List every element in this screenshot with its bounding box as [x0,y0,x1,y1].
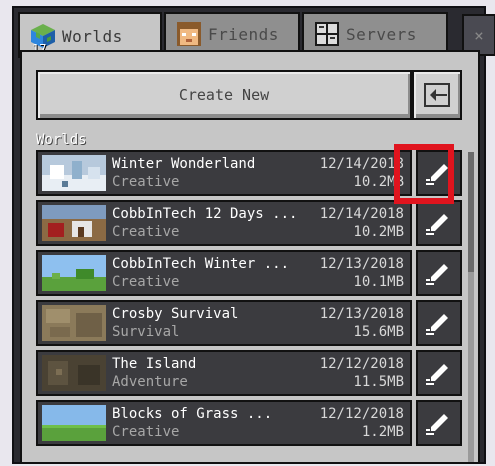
world-title: CobbInTech 12 Days ... [112,206,298,222]
world-size: 1.2MB [361,424,404,440]
world-row[interactable]: Crosby Survival Survival 12/13/2018 15.6… [36,300,464,346]
world-date: 12/14/2018 [319,206,404,222]
world-size: 10.2MB [353,174,404,190]
world-mode: Creative [112,424,180,440]
world-size: 10.2MB [353,224,404,240]
pencil-icon [426,214,448,235]
world-play-area[interactable]: Blocks of Grass ... Creative 12/12/2018 … [36,400,412,446]
pencil-icon [426,364,448,385]
friend-face-icon [176,21,202,47]
worlds-list: Winter Wonderland Creative 12/14/2018 10… [36,150,464,464]
pencil-icon [426,314,448,335]
world-date: 12/12/2018 [319,356,404,372]
world-size: 11.5MB [353,374,404,390]
tab-friends-label: Friends [208,24,279,44]
world-mode: Creative [112,224,180,240]
scrollbar-thumb[interactable] [468,152,474,272]
world-play-area[interactable]: CobbInTech 12 Days ... Creative 12/14/20… [36,200,412,246]
pencil-icon [426,264,448,285]
edit-world-button[interactable] [416,200,462,246]
tab-servers-label: Servers [346,24,417,44]
world-row[interactable]: Blocks of Grass ... Creative 12/12/2018 … [36,400,464,446]
world-thumbnail [42,255,106,291]
world-thumbnail [42,205,106,241]
server-icon [314,21,340,47]
create-new-label: Create New [178,86,270,104]
world-date: 12/12/2018 [319,406,404,422]
world-mode: Creative [112,174,180,190]
world-title: Winter Wonderland [112,156,256,172]
tab-worlds-label: Worlds [62,26,123,46]
world-play-area[interactable]: Winter Wonderland Creative 12/14/2018 10… [36,150,412,196]
world-thumbnail [42,405,106,441]
edit-world-button[interactable] [416,150,462,196]
world-row[interactable]: The Island Adventure 12/12/2018 11.5MB [36,350,464,396]
world-date: 12/14/2018 [319,156,404,172]
world-title: The Island [112,356,197,372]
world-size: 10.1MB [353,274,404,290]
world-mode: Adventure [112,374,188,390]
world-title: Blocks of Grass ... [112,406,273,422]
world-row[interactable]: CobbInTech 12 Days ... Creative 12/14/20… [36,200,464,246]
world-mode: Creative [112,274,180,290]
close-icon: × [474,25,484,45]
world-row[interactable]: Winter Wonderland Creative 12/14/2018 10… [36,150,464,196]
world-mode: Survival [112,324,180,340]
create-new-button[interactable]: Create New [36,70,412,120]
world-size: 15.6MB [353,324,404,340]
edit-world-button[interactable] [416,250,462,296]
import-world-button[interactable] [412,70,462,120]
pencil-icon [426,414,448,435]
edit-world-button[interactable] [416,400,462,446]
edit-world-button[interactable] [416,350,462,396]
world-thumbnail [42,305,106,341]
world-date: 12/13/2018 [319,306,404,322]
pencil-icon [426,164,448,185]
world-row[interactable]: CobbInTech Winter ... Creative 12/13/201… [36,250,464,296]
section-label: Worlds [36,132,87,148]
import-arrow-icon [424,83,450,107]
world-play-area[interactable]: The Island Adventure 12/12/2018 11.5MB [36,350,412,396]
world-thumbnail [42,155,106,191]
world-date: 12/13/2018 [319,256,404,272]
world-play-area[interactable]: CobbInTech Winter ... Creative 12/13/201… [36,250,412,296]
edit-world-button[interactable] [416,300,462,346]
world-title: Crosby Survival [112,306,239,322]
worlds-panel: Create New Worlds Winter Wonderland Crea… [20,50,480,464]
world-play-area[interactable]: Crosby Survival Survival 12/13/2018 15.6… [36,300,412,346]
world-title: CobbInTech Winter ... [112,256,290,272]
world-thumbnail [42,355,106,391]
